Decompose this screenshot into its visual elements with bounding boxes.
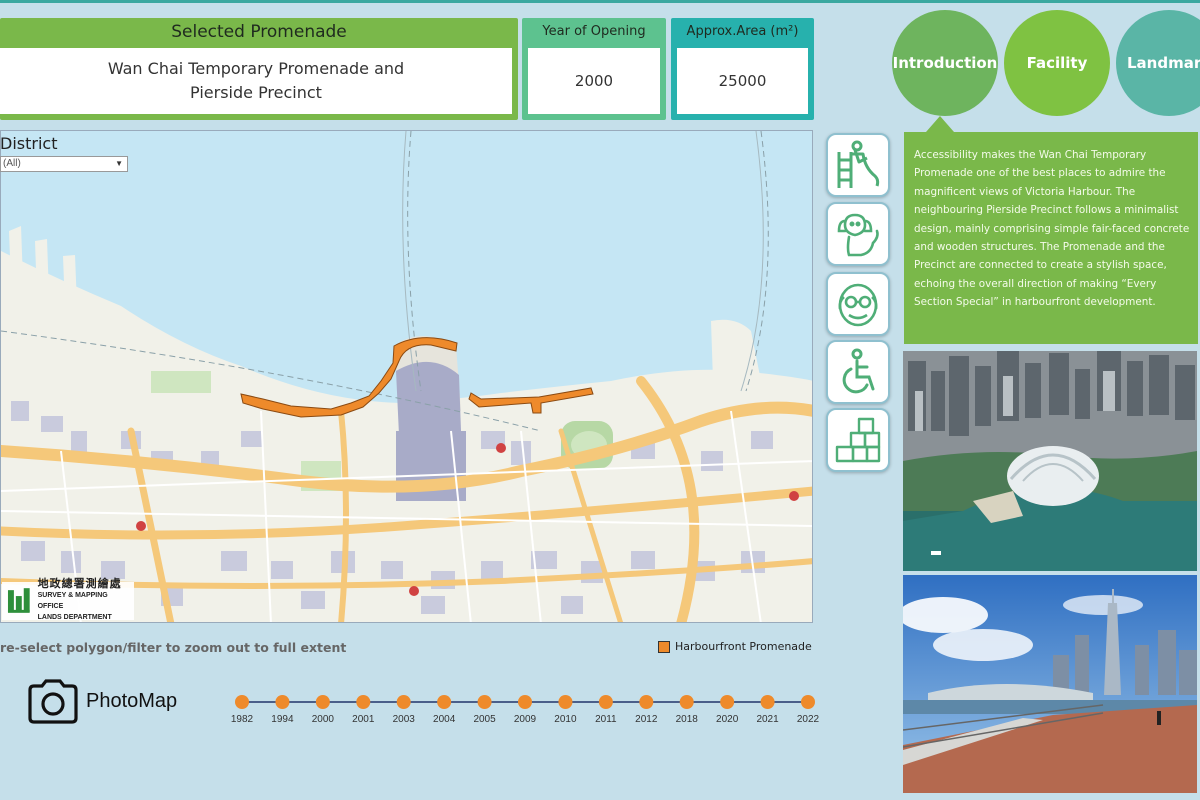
year-of-opening-box: 2000 <box>528 48 660 114</box>
logo-english-line1: SURVEY & MAPPING OFFICE <box>37 592 108 610</box>
timeline-year-dot-2009[interactable] <box>518 695 532 709</box>
pet-facility-button[interactable] <box>826 202 890 266</box>
promenade-name-line2: Pierside Precinct <box>190 83 322 102</box>
wheelchair-icon <box>842 348 875 394</box>
timeline-year-label-1982[interactable]: 1982 <box>231 714 254 725</box>
timeline-year-label-2009[interactable]: 2009 <box>514 714 537 725</box>
photomap-link[interactable]: PhotoMap <box>26 678 177 724</box>
timeline-year-dot-2004[interactable] <box>437 695 452 709</box>
timeline-year-dot-2018[interactable] <box>679 695 694 709</box>
timeline-year-dot-2022[interactable] <box>801 695 815 709</box>
timeline-year-label-2001[interactable]: 2001 <box>352 714 375 725</box>
timeline-year-dot-1994[interactable] <box>275 695 290 709</box>
timeline-year-label-2010[interactable]: 2010 <box>554 714 577 725</box>
pet-dog-icon <box>837 213 879 257</box>
chevron-down-icon: ▼ <box>115 159 123 168</box>
timeline-year-label-2000[interactable]: 2000 <box>312 714 335 725</box>
introduction-text: Accessibility makes the Wan Chai Tempora… <box>904 132 1198 344</box>
fitness-blocks-icon <box>835 417 881 463</box>
playground-facility-button[interactable] <box>826 133 890 197</box>
legend-label: Harbourfront Promenade <box>675 640 812 653</box>
lands-department-logo-icon <box>7 588 30 613</box>
timeline-year-dot-2011[interactable] <box>598 695 613 709</box>
tab-facility[interactable]: Facility <box>1004 10 1110 116</box>
tab-landmark[interactable]: Landmark <box>1116 10 1200 116</box>
timeline-year-dot-2001[interactable] <box>356 695 371 709</box>
timeline-year-label-2005[interactable]: 2005 <box>473 714 496 725</box>
timeline-year-label-2004[interactable]: 2004 <box>433 714 456 725</box>
zoom-reset-hint: re-select polygon/filter to zoom out to … <box>0 640 347 655</box>
selected-promenade-value: Wan Chai Temporary Promenade and Piersid… <box>0 48 512 114</box>
active-tab-pointer <box>926 116 954 132</box>
approx-area-value: 25000 <box>718 72 767 90</box>
year-timeline: 1982 1994 2000 2001 2003 2004 2005 2009 2010 2011… <box>231 690 821 730</box>
selected-promenade-title: Selected Promenade <box>171 22 347 42</box>
timeline-year-label-2018[interactable]: 2018 <box>676 714 699 725</box>
timeline-year-label-2012[interactable]: 2012 <box>635 714 658 725</box>
district-filter-label: District <box>0 134 58 153</box>
timeline-year-dot-2020[interactable] <box>720 695 735 709</box>
timeline-year-label-2011[interactable]: 2011 <box>595 714 617 725</box>
district-map[interactable] <box>0 130 813 623</box>
map-legend: Harbourfront Promenade <box>658 640 812 653</box>
timeline-year-dot-2000[interactable] <box>315 695 330 709</box>
district-dropdown[interactable]: (All) ▼ <box>0 156 128 172</box>
timeline-year-label-2022[interactable]: 2022 <box>797 714 820 725</box>
timeline-year-dot-2010[interactable] <box>558 695 573 709</box>
timeline-year-dot-2005[interactable] <box>477 695 492 709</box>
timeline-year-label-1994[interactable]: 1994 <box>271 714 294 725</box>
approx-area-box: 25000 <box>677 48 808 114</box>
year-of-opening-panel: Year of Opening 2000 <box>522 18 666 120</box>
year-of-opening-title: Year of Opening <box>542 24 646 39</box>
approx-area-panel: Approx.Area (m²) 25000 <box>671 18 814 120</box>
timeline-year-dot-2003[interactable] <box>396 695 411 709</box>
fitness-facility-button[interactable] <box>826 408 890 472</box>
aerial-photo-convention-centre <box>903 351 1197 571</box>
tab-introduction[interactable]: Introduction <box>892 10 998 116</box>
playground-icon <box>837 140 880 188</box>
timeline-year-label-2020[interactable]: 2020 <box>716 714 739 725</box>
timeline-year-dot-1982[interactable] <box>235 695 249 709</box>
selected-promenade-panel: Selected Promenade Wan Chai Temporary Pr… <box>0 18 518 120</box>
promenade-skyline-photo <box>903 575 1197 793</box>
district-dropdown-value: (All) <box>3 158 21 169</box>
elderly-facility-button[interactable] <box>826 272 890 336</box>
timeline-year-dot-2021[interactable] <box>760 695 775 709</box>
legend-swatch <box>658 640 670 653</box>
camera-icon <box>28 679 78 724</box>
promenade-name-line1: Wan Chai Temporary Promenade and <box>107 59 405 78</box>
approx-area-title: Approx.Area (m²) <box>686 24 799 39</box>
survey-mapping-office-logo: 地政總署測繪處 SURVEY & MAPPING OFFICE LANDS DE… <box>2 578 134 621</box>
timeline-year-label-2003[interactable]: 2003 <box>393 714 416 725</box>
timeline-year-label-2021[interactable]: 2021 <box>756 714 779 725</box>
year-of-opening-value: 2000 <box>574 72 614 90</box>
logo-chinese-text: 地政總署測繪處 <box>37 578 122 590</box>
accessible-facility-button[interactable] <box>826 340 890 404</box>
top-accent-line <box>0 0 1200 3</box>
timeline-year-dot-2012[interactable] <box>639 695 654 709</box>
logo-english-line2: LANDS DEPARTMENT <box>37 614 112 621</box>
photomap-label: PhotoMap <box>86 689 178 712</box>
elderly-face-icon <box>838 283 878 327</box>
